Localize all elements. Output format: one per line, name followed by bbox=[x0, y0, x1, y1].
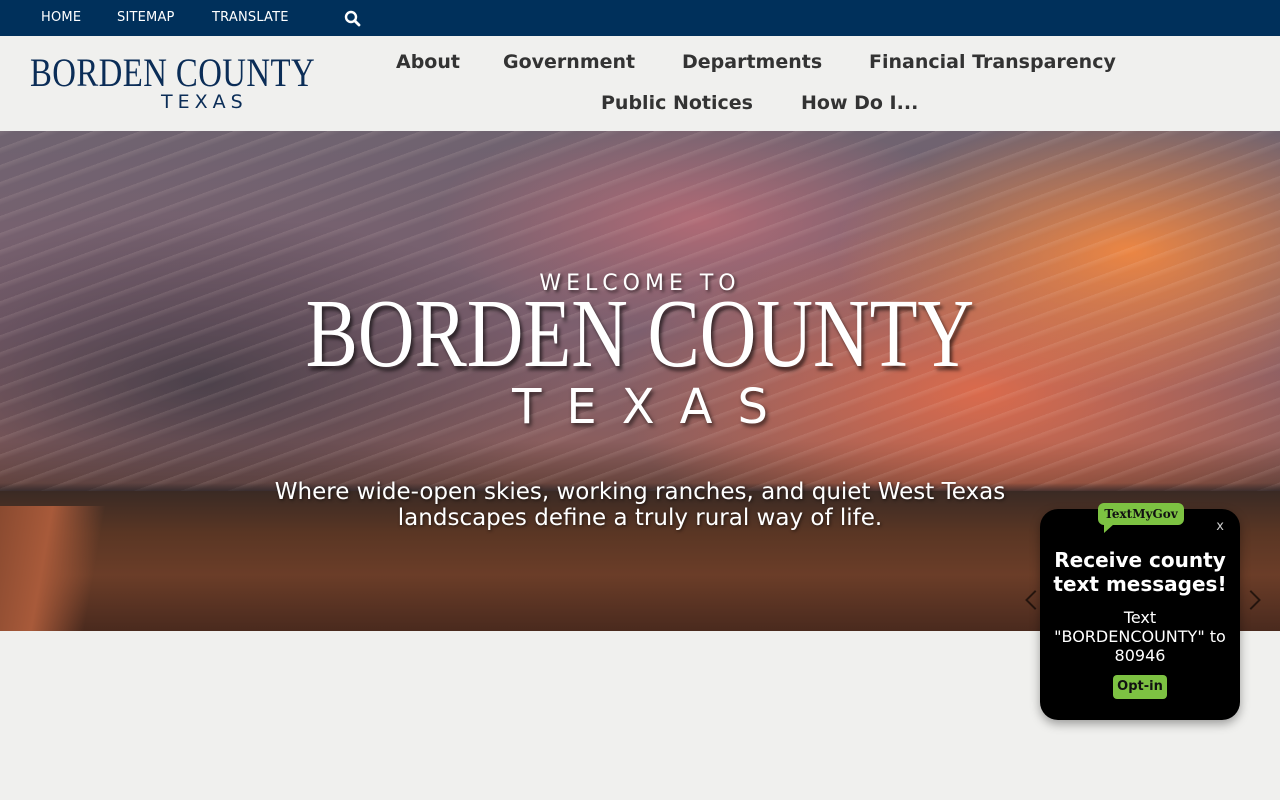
nav-item-departments[interactable]: Departments bbox=[682, 50, 822, 74]
popup-body: Text "BORDENCOUNTY" to 80946 bbox=[1054, 608, 1226, 665]
logo-state: TEXAS bbox=[161, 91, 248, 113]
search-icon[interactable] bbox=[344, 10, 361, 27]
top-link-home[interactable]: HOME bbox=[41, 10, 81, 25]
textmygov-popup: TextMyGov x Receive county text messages… bbox=[1040, 503, 1240, 720]
top-utility-bar: HOME SITEMAP TRANSLATE bbox=[0, 0, 1280, 36]
top-link-translate[interactable]: TRANSLATE bbox=[212, 10, 289, 25]
logo-title: BORDEN COUNTY bbox=[30, 50, 316, 95]
nav-item-public-notices[interactable]: Public Notices bbox=[601, 91, 753, 115]
dirt-road bbox=[0, 506, 110, 631]
textmygov-badge: TextMyGov bbox=[1098, 503, 1184, 533]
opt-in-button[interactable]: Opt-in bbox=[1113, 675, 1167, 699]
popup-heading: Receive county text messages! bbox=[1053, 548, 1227, 596]
county-logo[interactable]: BORDEN COUNTY TEXAS bbox=[30, 50, 315, 118]
close-icon[interactable]: x bbox=[1216, 519, 1224, 534]
top-link-sitemap[interactable]: SITEMAP bbox=[117, 10, 175, 25]
hero-title: BORDEN COUNTY bbox=[0, 279, 1280, 389]
nav-item-financial-transparency[interactable]: Financial Transparency bbox=[869, 50, 1116, 74]
nav-item-about[interactable]: About bbox=[396, 50, 460, 74]
hero-title-text: BORDEN COUNTY bbox=[305, 280, 975, 388]
nav-item-government[interactable]: Government bbox=[503, 50, 635, 74]
hero-subtitle: TEXAS bbox=[512, 379, 793, 435]
nav-item-how-do-i[interactable]: How Do I... bbox=[801, 91, 918, 115]
site-header: BORDEN COUNTY TEXAS About Government Dep… bbox=[0, 36, 1280, 131]
hero-tagline: Where wide-open skies, working ranches, … bbox=[274, 479, 1006, 531]
